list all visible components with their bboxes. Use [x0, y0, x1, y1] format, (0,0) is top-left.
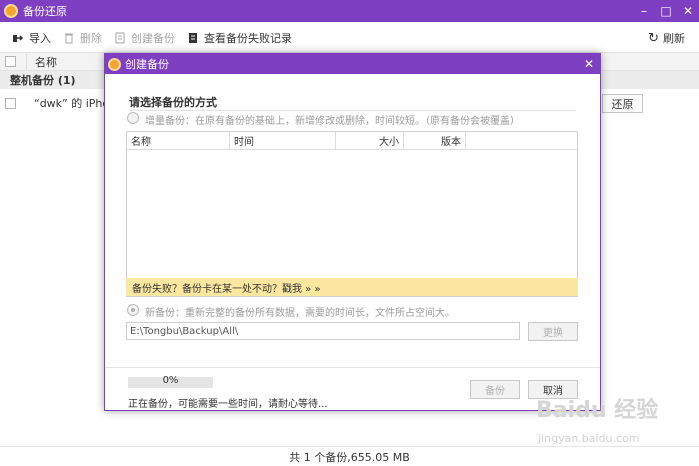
restore-button[interactable]: 还原	[602, 94, 643, 113]
watermark-sub: jingyan.baidu.com	[538, 432, 640, 445]
import-label: 导入	[29, 32, 51, 45]
change-path-button[interactable]: 更换	[528, 322, 578, 341]
close-icon[interactable]: ✕	[677, 0, 699, 22]
backup-table: 名称 时间 大小 版本	[126, 131, 578, 297]
section-divider	[129, 110, 576, 111]
import-button[interactable]: 导入	[12, 30, 51, 46]
create-backup-label: 创建备份	[131, 32, 175, 45]
refresh-icon: ↻	[648, 30, 659, 46]
failed-log-button[interactable]: 查看备份失败记录	[187, 30, 292, 46]
section-title: 请选择备份的方式	[129, 96, 217, 109]
failed-log-label: 查看备份失败记录	[204, 32, 292, 45]
dialog-logo-icon	[108, 57, 121, 71]
col-size: 大小	[336, 132, 404, 149]
log-icon	[189, 33, 197, 43]
create-backup-dialog: 创建备份 ✕ 请选择备份的方式 增量备份：在原有备份的基础上，新增修改或删除，时…	[104, 53, 601, 411]
col-name-header: 名称	[26, 53, 57, 70]
watermark-text: Baidu 经验	[536, 398, 659, 423]
baidu-watermark: Baidu 经验 jingyan.baidu.com	[536, 392, 686, 452]
app-logo-icon	[4, 4, 18, 18]
import-icon	[13, 35, 24, 42]
trash-icon	[65, 33, 73, 44]
row-checkbox[interactable]	[5, 97, 16, 109]
backup-table-header: 名称 时间 大小 版本	[127, 132, 577, 150]
create-backup-icon	[115, 32, 125, 44]
new-backup-label: 新备份：重新完整的备份所有数据，需要的时间长，文件所占空间大。	[145, 308, 455, 319]
col-time: 时间	[230, 132, 336, 149]
select-all-checkbox[interactable]	[5, 56, 16, 67]
create-backup-button[interactable]: 创建备份	[114, 30, 175, 46]
toolbar: 导入 删除 创建备份 查看备份失败记录 ↻ 刷新	[0, 27, 699, 49]
busy-message: 正在备份，可能需要一些时间，请耐心等待...	[128, 399, 328, 410]
backup-button[interactable]: 备份	[470, 380, 520, 399]
dialog-title: 创建备份	[125, 58, 169, 71]
window-title: 备份还原	[23, 5, 67, 18]
window-titlebar: 备份还原 – □ ✕	[0, 0, 699, 22]
maximize-icon[interactable]: □	[655, 0, 677, 22]
col-version: 版本	[404, 132, 466, 149]
col-name: 名称	[127, 132, 230, 149]
delete-button[interactable]: 删除	[63, 30, 102, 46]
backup-path-field[interactable]: E:\Tongbu\Backup\All\	[126, 322, 520, 340]
incremental-radio[interactable]	[127, 112, 139, 124]
incremental-label: 增量备份：在原有备份的基础上，新增修改或删除，时间较短。（原有备份会被覆盖）	[145, 116, 520, 127]
new-backup-radio[interactable]	[127, 304, 139, 316]
minimize-icon[interactable]: –	[633, 0, 655, 22]
refresh-label: 刷新	[663, 32, 685, 45]
footer-divider	[105, 367, 600, 368]
warning-link[interactable]: 备份失败？备份卡在某一处不动？戳我 » »	[126, 278, 578, 296]
dialog-titlebar: 创建备份 ✕	[105, 54, 600, 74]
progress-text: 0%	[162, 375, 179, 386]
dialog-close-icon[interactable]: ✕	[584, 54, 594, 74]
delete-label: 删除	[80, 32, 102, 45]
refresh-button[interactable]: ↻ 刷新	[648, 27, 685, 49]
